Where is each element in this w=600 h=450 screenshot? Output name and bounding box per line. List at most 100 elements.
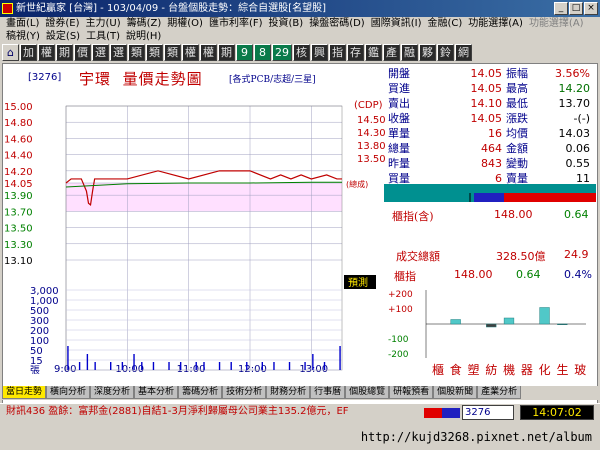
sector-panel: 櫃指 148.00 0.64 0.4% +200 +100 -100 -200 櫃食塑紡… — [386, 266, 594, 378]
quote-value: 0.55 — [565, 157, 591, 170]
news-ticker[interactable]: 財訊436 盈餘：富邦金(2881)自結1-3月淨利歸屬母公司業主135.2億元… — [6, 404, 424, 421]
toolbar-button[interactable]: 29 — [272, 44, 292, 61]
tab-6[interactable]: 財務分析 — [266, 386, 311, 399]
menu-item[interactable]: 匯市利率(F) — [207, 17, 267, 30]
menu-item[interactable]: 期權(O) — [165, 17, 207, 30]
toolbar-button[interactable]: 期 — [56, 44, 73, 61]
price-tick-label: 14.20 — [4, 167, 33, 178]
status-stock-code[interactable]: 3276 — [462, 405, 514, 420]
toolbar-button[interactable]: 融 — [401, 44, 418, 61]
quote-label: 昨量 — [388, 157, 410, 170]
toolbar-button[interactable]: 產 — [383, 44, 400, 61]
menu-bar: 畫面(L) 證券(E) 主力(U) 籌碼(Z) 期權(O) 匯市利率(F) 投資(B) 操盤密… — [0, 17, 600, 43]
turnover-value: 328.50億 — [496, 250, 546, 263]
tab-3[interactable]: 基本分析 — [134, 386, 179, 399]
volume-tick-label: 張 — [30, 365, 40, 374]
tab-0[interactable]: 當日走勢 — [2, 386, 47, 399]
price-tick-label: 14.40 — [4, 151, 33, 162]
menu-item[interactable]: 投資(B) — [267, 17, 308, 30]
tab-8[interactable]: 個股總覽 — [345, 386, 390, 399]
toolbar-button[interactable]: 選 — [92, 44, 109, 61]
quote-value: 14.03 — [558, 127, 591, 140]
quote-value: 3.56% — [555, 67, 590, 80]
toolbar-button[interactable]: 8 — [254, 44, 271, 61]
menu-item[interactable]: 工具(T) — [84, 30, 124, 43]
quote-value: 14.05 — [470, 112, 503, 125]
toolbar-button[interactable]: 興 — [311, 44, 328, 61]
toolbar-button[interactable]: 類 — [146, 44, 163, 61]
toolbar-button[interactable]: 權 — [200, 44, 217, 61]
menu-item[interactable]: 主力(U) — [84, 17, 125, 30]
menu-item[interactable]: 畫面(L) — [4, 17, 43, 30]
toolbar-button[interactable]: 網 — [455, 44, 472, 61]
sector-tick-label: -200 — [388, 350, 409, 360]
price-tick-label: 13.70 — [4, 207, 33, 218]
price-tick-label: 13.50 — [4, 224, 33, 235]
tab-4[interactable]: 籌碼分析 — [178, 386, 223, 399]
menu-item[interactable]: 國際資訊(I) — [369, 17, 426, 30]
toolbar-button[interactable]: 鑑 — [365, 44, 382, 61]
status-bar: 財訊436 盈餘：富邦金(2881)自結1-3月淨利歸屬母公司業主135.2億元… — [0, 403, 600, 421]
toolbar-button[interactable]: 類 — [164, 44, 181, 61]
quote-value: 464 — [481, 142, 502, 155]
toolbar-button[interactable]: 期 — [218, 44, 235, 61]
toolbar-button[interactable]: 指 — [329, 44, 346, 61]
tab-9[interactable]: 研報預看 — [389, 386, 434, 399]
maximize-button[interactable]: □ — [569, 2, 583, 15]
stock-code: [3276] — [28, 72, 62, 83]
sector-bar — [557, 323, 568, 325]
menu-item[interactable]: 說明(H) — [124, 30, 165, 43]
tab-1[interactable]: 橫向分析 — [46, 386, 91, 399]
tab-10[interactable]: 個股新聞 — [433, 386, 478, 399]
tab-7[interactable]: 行事曆 — [310, 386, 346, 399]
cdp-label: (CDP) — [354, 100, 383, 111]
watermark-url: http://kujd3268.pixnet.net/album — [360, 430, 592, 444]
footer: http://kujd3268.pixnet.net/album — [0, 421, 600, 450]
price-volume-chart[interactable]: 15.00 14.80 14.60 14.40 14.2014.0513.90 13.70… — [4, 88, 382, 374]
app-icon — [2, 3, 13, 14]
menu-item[interactable]: 設定(S) — [44, 30, 84, 43]
menu-item[interactable]: 金融(C) — [425, 17, 466, 30]
status-clock: 14:07:02 — [520, 405, 594, 420]
toolbar-button[interactable]: 價 — [74, 44, 91, 61]
sector-bar — [503, 317, 515, 325]
toolbar-button[interactable]: 選 — [110, 44, 127, 61]
toolbar-button[interactable]: 權 — [182, 44, 199, 61]
sector-bar-chart[interactable]: +200 +100 -100 -200 櫃食塑紡機器化生玻 — [386, 282, 594, 378]
toolbar-button[interactable]: 加 — [20, 44, 37, 61]
menu-item[interactable]: 功能選擇(A) — [527, 17, 588, 30]
menu-item[interactable]: 操盤密碼(D) — [307, 17, 369, 30]
tab-5[interactable]: 技術分析 — [222, 386, 267, 399]
toolbar-button[interactable]: 類 — [128, 44, 145, 61]
toolbar-button[interactable]: 核 — [293, 44, 310, 61]
stock-name: 宇環 — [79, 70, 112, 88]
sector-label: 器 — [521, 363, 533, 377]
quote-value: 14.05 — [470, 67, 503, 80]
tab-11[interactable]: 產業分析 — [477, 386, 522, 399]
toolbar-button[interactable]: 夥 — [419, 44, 436, 61]
quote-label: 開盤 — [388, 67, 410, 80]
toolbar-button[interactable]: 9 — [236, 44, 253, 61]
menu-item[interactable]: 證券(E) — [43, 17, 83, 30]
price-tick-label: 13.30 — [4, 240, 33, 251]
sector-tick-label: +100 — [388, 305, 413, 315]
toolbar-button[interactable]: 權 — [38, 44, 55, 61]
menu-item[interactable]: 籌碼(Z) — [125, 17, 166, 30]
quote-value: 13.70 — [558, 97, 591, 110]
menu-item[interactable]: 稿視(Y) — [4, 30, 44, 43]
minimize-button[interactable]: _ — [554, 2, 568, 15]
toolbar-button[interactable]: 鈴 — [437, 44, 454, 61]
sector-tick-label: -100 — [388, 335, 409, 345]
menu-item[interactable]: 功能選擇(A) — [466, 17, 527, 30]
close-button[interactable]: × — [584, 2, 598, 15]
price-tick-label: 13.90 — [4, 191, 33, 202]
chart-title: 量價走勢圖 — [122, 70, 203, 88]
cdp-value: 13.50 — [357, 154, 386, 165]
signal-meter-icon — [424, 408, 460, 418]
tab-2[interactable]: 深度分析 — [90, 386, 135, 399]
home-button[interactable]: ⌂ — [2, 44, 19, 61]
quote-label: 賣出 — [388, 97, 410, 110]
sector-label: 化 — [539, 363, 551, 377]
toolbar-button[interactable]: 存 — [347, 44, 364, 61]
window-controls: _ □ × — [554, 2, 598, 15]
